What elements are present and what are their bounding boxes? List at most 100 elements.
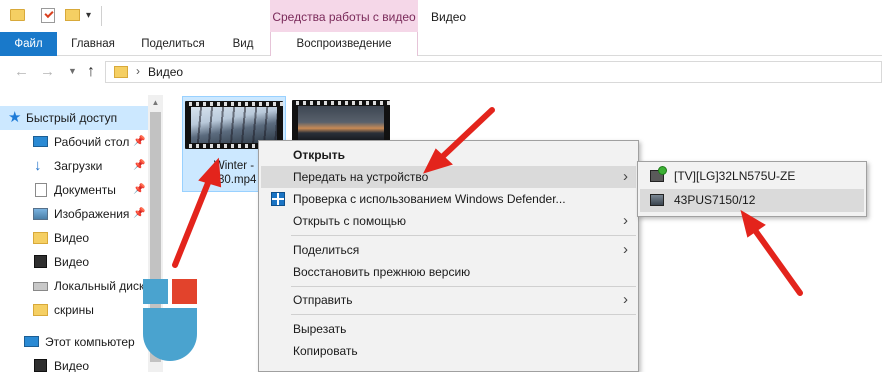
- tab-view[interactable]: Вид: [224, 32, 262, 56]
- desktop-icon: [33, 136, 48, 147]
- device-item-philips-tv[interactable]: 43PUS7150/12: [640, 189, 864, 212]
- tab-share[interactable]: Поделиться: [133, 32, 213, 56]
- back-arrow-icon[interactable]: ←: [14, 64, 29, 80]
- menu-separator: [291, 235, 636, 236]
- menu-item-cut[interactable]: Вырезать: [261, 318, 636, 340]
- submenu-arrow-icon: ›: [623, 241, 628, 258]
- documents-icon: [35, 183, 47, 197]
- menu-item-open-with[interactable]: Открыть с помощью ›: [261, 210, 636, 232]
- context-menu: Открыть Передать на устройство › Проверк…: [258, 140, 639, 372]
- menu-item-share[interactable]: Поделиться ›: [261, 239, 636, 261]
- new-folder-icon[interactable]: [65, 9, 80, 21]
- thumbnail-frame: [191, 107, 277, 143]
- menu-item-label: Восстановить прежнюю версию: [293, 265, 471, 279]
- tv-icon: [650, 194, 664, 206]
- menu-item-label: Отправить: [293, 293, 353, 307]
- sidebar-item-documents[interactable]: Документы 📌: [0, 178, 148, 202]
- pin-icon[interactable]: 📌: [133, 178, 145, 202]
- sidebar-item-video-folder[interactable]: Видео: [0, 226, 148, 250]
- menu-item-label: Поделиться: [293, 243, 360, 257]
- sidebar-item-quick-access[interactable]: ★ Быстрый доступ: [0, 106, 148, 130]
- sidebar-item-videos[interactable]: Видео: [0, 250, 148, 274]
- device-label: [TV][LG]32LN575U-ZE: [674, 169, 796, 183]
- breadcrumb-videos[interactable]: Видео: [148, 65, 183, 79]
- menu-item-cast-to-device[interactable]: Передать на устройство ›: [261, 166, 636, 188]
- download-icon: ↓: [34, 157, 42, 174]
- mouse-body-icon: [143, 308, 197, 361]
- menu-item-defender-scan[interactable]: Проверка с использованием Windows Defend…: [261, 188, 636, 210]
- menu-item-open[interactable]: Открыть: [261, 144, 636, 166]
- menu-item-send-to[interactable]: Отправить ›: [261, 289, 636, 311]
- disk-icon: [33, 282, 48, 291]
- menu-item-label: Открыть: [293, 148, 346, 162]
- forward-arrow-icon[interactable]: →: [40, 64, 55, 80]
- tab-playback[interactable]: Воспроизведение: [270, 32, 418, 56]
- device-item-lg-tv[interactable]: [TV][LG]32LN575U-ZE: [640, 165, 864, 188]
- sidebar-item-this-pc[interactable]: Этот компьютер: [0, 330, 148, 354]
- sidebar-item-pc-videos[interactable]: Видео: [0, 354, 148, 372]
- up-arrow-icon[interactable]: ↑: [87, 63, 95, 81]
- pin-icon[interactable]: 📌: [133, 154, 145, 178]
- folder-icon[interactable]: [10, 9, 25, 21]
- menu-item-label: Открыть с помощью: [293, 214, 407, 228]
- folder-icon: [33, 232, 48, 244]
- breadcrumb-separator[interactable]: ›: [136, 64, 140, 78]
- sidebar-item-local-disk[interactable]: Локальный диск: [0, 274, 148, 298]
- title-bar: ▾ Средства работы с видео Видео: [0, 0, 882, 32]
- folder-icon: [114, 66, 128, 78]
- tab-home[interactable]: Главная: [63, 32, 123, 56]
- pin-icon[interactable]: 📌: [133, 202, 145, 226]
- address-bar[interactable]: › Видео: [105, 61, 882, 83]
- star-icon: ★: [8, 109, 22, 126]
- customize-toolbar-dropdown[interactable]: ▾: [86, 10, 91, 21]
- submenu-arrow-icon: ›: [623, 291, 628, 308]
- tab-file[interactable]: Файл: [0, 32, 57, 56]
- sidebar-item-screenshots[interactable]: скрины: [0, 298, 148, 322]
- pin-icon[interactable]: 📌: [133, 130, 145, 154]
- sidebar-item-desktop[interactable]: Рабочий стол 📌: [0, 130, 148, 154]
- sidebar-item-label: Видео: [54, 255, 90, 269]
- annotation-arrow-to-device: [740, 209, 803, 296]
- windows-defender-icon: [271, 192, 285, 206]
- sidebar-item-label: Видео: [54, 231, 90, 245]
- menu-separator: [291, 286, 636, 287]
- submenu-arrow-icon: ›: [623, 168, 628, 185]
- sidebar-item-label: Документы: [54, 183, 116, 197]
- menu-separator: [291, 314, 636, 315]
- sidebar-item-label: Видео: [54, 359, 90, 372]
- ribbon-tabs: Файл Главная Поделиться Вид Воспроизведе…: [0, 32, 882, 56]
- sidebar-item-downloads[interactable]: ↓ Загрузки 📌: [0, 154, 148, 178]
- properties-icon[interactable]: [41, 8, 55, 23]
- menu-item-label: Передать на устройство: [293, 170, 429, 184]
- sidebar-item-label: Загрузки: [54, 159, 103, 173]
- sidebar-item-pictures[interactable]: Изображения 📌: [0, 202, 148, 226]
- sidebar-item-label: Рабочий стол: [54, 135, 130, 149]
- submenu-arrow-icon: ›: [623, 212, 628, 229]
- mouse-icon: [143, 279, 197, 361]
- sidebar-item-label: скрины: [54, 303, 94, 317]
- window-title: Видео: [431, 10, 467, 24]
- sidebar-item-label: Локальный диск: [54, 279, 145, 293]
- mouse-left-button-icon: [143, 279, 168, 304]
- videos-icon: [34, 359, 47, 372]
- menu-item-label: Проверка с использованием Windows Defend…: [293, 192, 566, 206]
- recent-locations-chevron-icon[interactable]: ▼: [68, 66, 77, 76]
- tv-connected-icon: [650, 166, 667, 182]
- sidebar-item-label: Этот компьютер: [45, 335, 135, 349]
- thumbnail-frame: [298, 106, 384, 142]
- computer-icon: [24, 336, 39, 347]
- sidebar-item-label: Быстрый доступ: [26, 111, 118, 125]
- menu-item-restore-previous-version[interactable]: Восстановить прежнюю версию: [261, 261, 636, 283]
- navigation-pane: ★ Быстрый доступ Рабочий стол 📌 ↓ Загруз…: [0, 95, 163, 372]
- toolbar-separator: [101, 6, 102, 26]
- device-label: 43PUS7150/12: [674, 193, 756, 207]
- menu-item-copy[interactable]: Копировать: [261, 340, 636, 362]
- scroll-up-icon[interactable]: ▲: [148, 95, 163, 110]
- pictures-icon: [33, 208, 48, 220]
- video-tools-header: Средства работы с видео: [270, 0, 418, 32]
- videos-icon: [34, 255, 47, 268]
- address-row: ← → ▼ ↑ › Видео: [0, 57, 882, 87]
- folder-icon: [33, 304, 48, 316]
- sidebar-item-label: Изображения: [54, 207, 130, 221]
- menu-item-label: Вырезать: [293, 322, 347, 336]
